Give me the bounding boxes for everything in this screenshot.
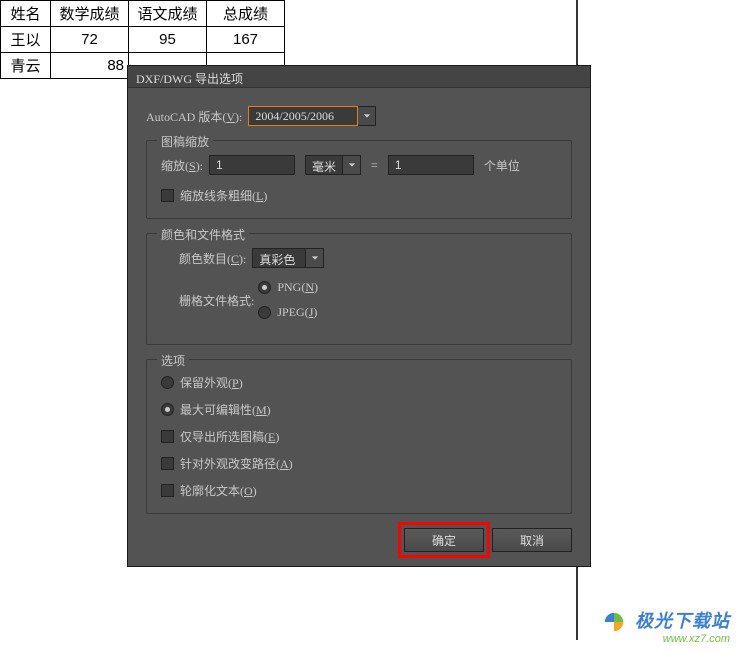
alter-paths-checkbox[interactable]: 针对外观改变路径(A) xyxy=(161,455,557,472)
export-dialog: DXF/DWG 导出选项 AutoCAD 版本(V): 2004/2005/20… xyxy=(127,65,591,567)
max-editable-radio[interactable]: 最大可编辑性(M) xyxy=(161,401,557,418)
watermark-url: www.xz7.com xyxy=(603,633,730,645)
color-legend: 颜色和文件格式 xyxy=(157,226,249,243)
checkbox-icon xyxy=(161,457,174,470)
scale-input[interactable] xyxy=(209,155,295,175)
options-fieldset: 选项 保留外观(P) 最大可编辑性(M) 仅导出所选图稿(E) 针对外观改变路径… xyxy=(146,359,572,514)
dropdown-arrow-icon[interactable] xyxy=(343,155,361,175)
radio-icon xyxy=(258,306,271,319)
scale-fieldset: 图稿缩放 缩放(S): 毫米 = 个单位 缩放线条粗细(L) xyxy=(146,140,572,219)
dropdown-arrow-icon[interactable] xyxy=(358,106,376,126)
dropdown-arrow-icon[interactable] xyxy=(306,248,324,268)
radio-icon xyxy=(161,376,174,389)
watermark-logo-icon xyxy=(603,611,625,633)
preserve-appearance-label: 保留外观(P) xyxy=(180,374,243,391)
cancel-button[interactable]: 取消 xyxy=(492,528,572,552)
table-row: 王以 72 95 167 xyxy=(1,27,285,53)
export-selected-checkbox[interactable]: 仅导出所选图稿(E) xyxy=(161,428,557,445)
scale-label: 缩放(S): xyxy=(161,157,203,174)
version-row: AutoCAD 版本(V): 2004/2005/2006 xyxy=(146,106,572,126)
table-header-row: 姓名 数学成绩 语文成绩 总成绩 xyxy=(1,1,285,27)
header-name: 姓名 xyxy=(1,1,51,27)
color-count-label: 颜色数目(C): xyxy=(179,250,246,267)
scale-lines-checkbox[interactable]: 缩放线条粗细(L) xyxy=(161,187,557,204)
version-dropdown[interactable]: 2004/2005/2006 xyxy=(248,106,376,126)
raster-format-label: 栅格文件格式: xyxy=(179,292,254,309)
preserve-appearance-radio[interactable]: 保留外观(P) xyxy=(161,374,557,391)
header-chinese: 语文成绩 xyxy=(129,1,207,27)
dialog-buttons: 确定 取消 xyxy=(146,528,572,552)
color-count-dropdown[interactable]: 真彩色 xyxy=(252,248,324,268)
radio-icon xyxy=(258,281,271,294)
equals-label: = xyxy=(371,158,378,173)
ok-button[interactable]: 确定 xyxy=(404,528,484,552)
png-label: PNG(N) xyxy=(277,280,318,295)
scale-legend: 图稿缩放 xyxy=(157,133,213,150)
checkbox-icon xyxy=(161,430,174,443)
jpeg-label: JPEG(J) xyxy=(277,305,317,320)
checkbox-icon xyxy=(161,189,174,202)
max-editable-label: 最大可编辑性(M) xyxy=(180,401,271,418)
unit-dropdown[interactable]: 毫米 xyxy=(305,155,361,175)
alter-paths-label: 针对外观改变路径(A) xyxy=(180,455,293,472)
outline-text-checkbox[interactable]: 轮廓化文本(O) xyxy=(161,482,557,499)
export-selected-label: 仅导出所选图稿(E) xyxy=(180,428,279,445)
watermark-text: 极光下载站 xyxy=(635,611,730,631)
outline-text-label: 轮廓化文本(O) xyxy=(180,482,257,499)
checkbox-icon xyxy=(161,484,174,497)
color-fieldset: 颜色和文件格式 颜色数目(C): 真彩色 栅格文件格式: PNG(N) xyxy=(146,233,572,345)
scale-lines-label: 缩放线条粗细(L) xyxy=(180,187,267,204)
scale-to-input[interactable] xyxy=(388,155,474,175)
radio-icon xyxy=(161,403,174,416)
watermark: 极光下载站 www.xz7.com xyxy=(603,607,730,645)
version-value: 2004/2005/2006 xyxy=(248,106,358,126)
to-unit-label: 个单位 xyxy=(484,157,520,174)
png-radio[interactable]: PNG(N) xyxy=(258,280,318,295)
header-total: 总成绩 xyxy=(207,1,285,27)
dialog-titlebar: DXF/DWG 导出选项 xyxy=(128,66,590,88)
header-math: 数学成绩 xyxy=(51,1,129,27)
version-label: AutoCAD 版本(V): xyxy=(146,108,242,125)
jpeg-radio[interactable]: JPEG(J) xyxy=(258,305,318,320)
options-legend: 选项 xyxy=(157,352,189,369)
